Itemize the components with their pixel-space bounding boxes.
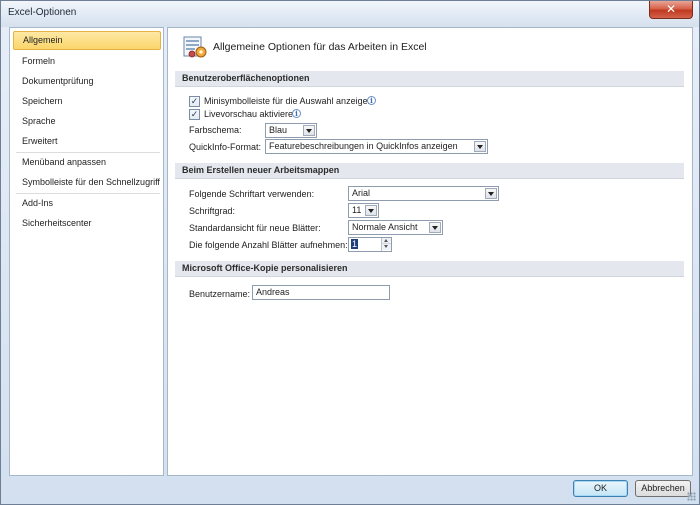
options-sidebar: Allgemein Formeln Dokumentprüfung Speich… xyxy=(9,27,164,476)
sidebar-item-add-ins[interactable]: Add-Ins xyxy=(13,194,161,213)
close-icon: ✕ xyxy=(665,2,677,16)
live-preview-label[interactable]: Livevorschau aktivieren xyxy=(204,109,298,119)
font-size-select[interactable]: 11 xyxy=(348,203,379,218)
color-scheme-select[interactable]: Blau xyxy=(265,123,317,138)
chevron-down-icon[interactable] xyxy=(365,205,377,216)
check-icon: ✓ xyxy=(190,109,199,119)
live-preview-checkbox[interactable]: ✓ xyxy=(189,109,200,120)
page-title: Allgemeine Optionen für das Arbeiten in … xyxy=(213,41,427,53)
check-icon: ✓ xyxy=(190,96,199,106)
color-scheme-label: Farbschema: xyxy=(189,125,242,135)
window-title: Excel-Optionen xyxy=(8,7,77,18)
ok-button[interactable]: OK xyxy=(573,480,628,497)
mini-toolbar-checkbox[interactable]: ✓ xyxy=(189,96,200,107)
chevron-down-icon[interactable] xyxy=(303,125,315,136)
sidebar-item-sprache[interactable]: Sprache xyxy=(13,112,161,131)
username-label: Benutzername: xyxy=(189,289,251,299)
sheets-count-value[interactable]: 1 xyxy=(351,239,359,249)
sidebar-item-speichern[interactable]: Speichern xyxy=(13,92,161,111)
spin-down-icon[interactable] xyxy=(382,244,391,250)
sidebar-item-erweitert[interactable]: Erweitert xyxy=(13,132,161,151)
section-personalize: Microsoft Office-Kopie personalisieren xyxy=(175,261,684,277)
title-bar[interactable]: Excel-Optionen ✕ xyxy=(1,1,699,27)
sidebar-item-allgemein[interactable]: Allgemein xyxy=(13,31,161,50)
screentip-value: Featurebeschreibungen in QuickInfos anze… xyxy=(269,141,458,151)
info-icon[interactable]: i xyxy=(292,109,301,118)
username-input[interactable]: Andreas xyxy=(252,285,390,300)
color-scheme-value: Blau xyxy=(269,125,288,135)
sidebar-item-schnellzugriff[interactable]: Symbolleiste für den Schnellzugriff xyxy=(13,173,161,192)
font-size-value: 11 xyxy=(352,205,362,215)
sidebar-item-menueband-anpassen[interactable]: Menüband anpassen xyxy=(13,153,161,172)
default-view-label: Standardansicht für neue Blätter: xyxy=(189,223,321,233)
resize-grip-icon[interactable] xyxy=(687,492,696,501)
default-view-select[interactable]: Normale Ansicht xyxy=(348,220,443,235)
sidebar-item-sicherheitscenter[interactable]: Sicherheitscenter xyxy=(13,214,161,233)
font-value: Arial xyxy=(352,188,371,198)
sheets-count-stepper[interactable]: 1 xyxy=(348,237,392,252)
chevron-down-icon[interactable] xyxy=(429,222,441,233)
sheets-count-label: Die folgende Anzahl Blätter aufnehmen: xyxy=(189,240,348,250)
font-label: Folgende Schriftart verwenden: xyxy=(189,189,315,199)
screentip-select[interactable]: Featurebeschreibungen in QuickInfos anze… xyxy=(265,139,488,154)
username-value: Andreas xyxy=(256,287,290,297)
cancel-button[interactable]: Abbrechen xyxy=(635,480,691,497)
mini-toolbar-label[interactable]: Minisymbolleiste für die Auswahl anzeige… xyxy=(204,96,373,106)
screentip-label: QuickInfo-Format: xyxy=(189,142,262,152)
chevron-down-icon[interactable] xyxy=(485,188,497,199)
general-options-icon xyxy=(183,36,207,58)
close-button[interactable]: ✕ xyxy=(649,1,693,19)
font-size-label: Schriftgrad: xyxy=(189,206,236,216)
chevron-down-icon[interactable] xyxy=(474,141,486,152)
info-icon[interactable]: i xyxy=(367,96,376,105)
section-new-workbooks: Beim Erstellen neuer Arbeitsmappen xyxy=(175,163,684,179)
default-view-value: Normale Ansicht xyxy=(352,222,418,232)
section-ui-options: Benutzeroberflächenoptionen xyxy=(175,71,684,87)
excel-options-dialog: Excel-Optionen ✕ Allgemein Formeln Dokum… xyxy=(0,0,700,505)
sidebar-item-formeln[interactable]: Formeln xyxy=(13,52,161,71)
font-select[interactable]: Arial xyxy=(348,186,499,201)
options-content: Allgemeine Optionen für das Arbeiten in … xyxy=(167,27,693,476)
sidebar-item-dokumentpruefung[interactable]: Dokumentprüfung xyxy=(13,72,161,91)
